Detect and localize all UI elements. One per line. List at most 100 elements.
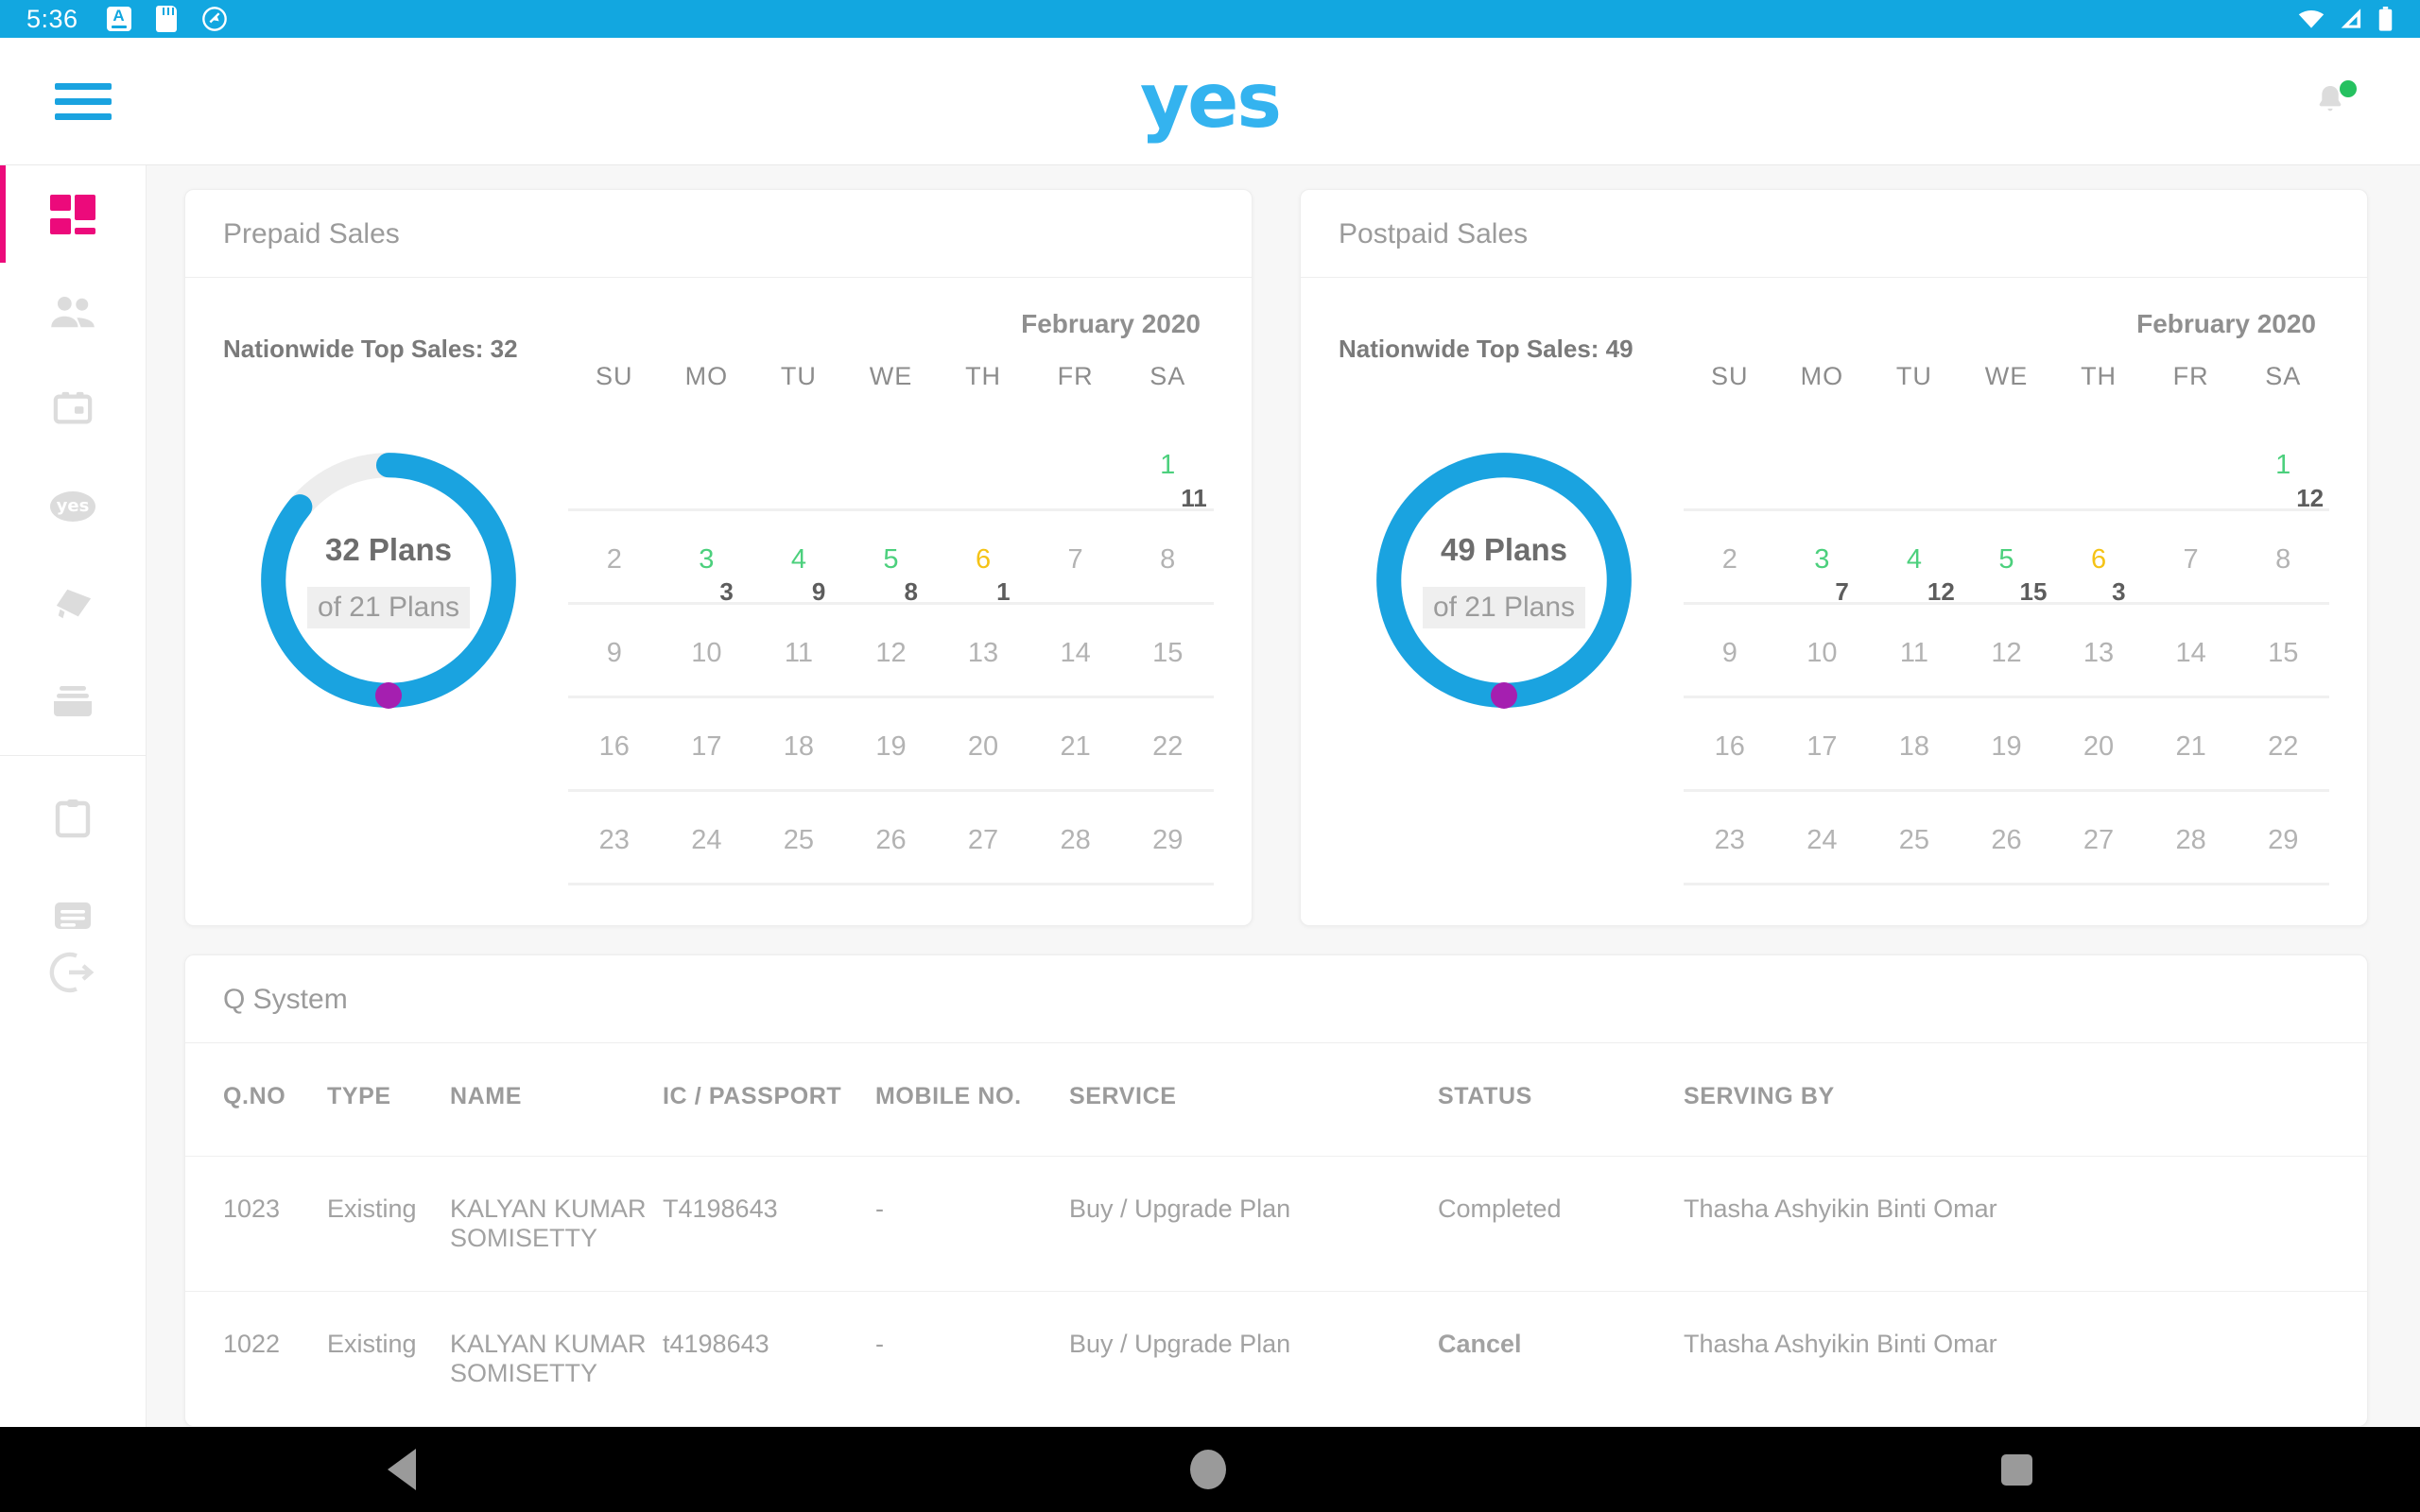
calendar-day-cell[interactable]: 12 [845, 605, 938, 696]
calendar-day-cell[interactable]: 24 [1776, 792, 1869, 883]
calendar-week-row: 9 10 11 12 13 14 15 [1684, 605, 2329, 698]
table-column-header: SERVICE [1069, 1083, 1177, 1109]
calendar-day-cell[interactable]: 25 [1868, 792, 1961, 883]
calendar-day-number: 18 [1898, 731, 1930, 762]
table-header-row: Q.NO TYPE NAME IC / PASSPORT MOBILE NO. SERVI… [185, 1043, 2367, 1157]
status-badge: Cancel [1438, 1291, 1684, 1426]
postpaid-plans-target: of 21 Plans [1422, 587, 1586, 628]
table-row[interactable]: 1023 Existing KALYAN KUMAR SOMISETTY T41986… [185, 1156, 2367, 1292]
back-triangle-icon[interactable] [387, 1449, 416, 1490]
sidebar-item-plans[interactable] [0, 360, 146, 457]
calendar-day-cell[interactable]: 13 [937, 605, 1029, 696]
calendar-day-cell[interactable]: 2 [1684, 511, 1776, 602]
calendar-day-cell[interactable]: 19 [1961, 698, 2053, 789]
calendar-day-cell[interactable]: 18 [1868, 698, 1961, 789]
calendar-day-cell[interactable]: 13 [2052, 605, 2145, 696]
calendar-day-cell[interactable]: 11 [752, 605, 845, 696]
calendar-day-cell[interactable]: 21 [1029, 698, 1122, 789]
postpaid-donut-labels: 49 Plans of 21 Plans [1367, 443, 1641, 717]
calendar-day-cell[interactable]: 20 [937, 698, 1029, 789]
calendar-day-cell[interactable]: 29 [1121, 792, 1214, 883]
calendar-day-cell[interactable]: 10 [661, 605, 753, 696]
prepaid-calendar-dow-row: SU MO TU WE TH FR SA [568, 362, 1214, 404]
calendar-day-number: 16 [598, 731, 630, 762]
table-row[interactable]: 1022 Existing KALYAN KUMAR SOMISETTY t41986… [185, 1291, 2367, 1426]
sidebar-item-customers[interactable] [0, 263, 146, 360]
customer-name: KALYAN KUMAR SOMISETTY [450, 1291, 663, 1426]
sidebar-item-inbox[interactable] [0, 652, 146, 749]
notification-button[interactable] [2312, 80, 2357, 129]
calendar-day-cell[interactable]: 28 [1029, 792, 1122, 883]
calendar-day-cell[interactable]: 23 [1684, 792, 1776, 883]
table-column-header: SERVING BY [1684, 1083, 1835, 1109]
postpaid-top-sales-label: Nationwide Top Sales: 49 [1339, 335, 1634, 363]
calendar-day-cell[interactable]: 19 [845, 698, 938, 789]
calendar-day-number: 10 [1806, 638, 1838, 668]
calendar-day-cell[interactable]: 63 [2052, 511, 2145, 606]
calendar-day-cell[interactable]: 10 [1776, 605, 1869, 696]
calendar-day-cell[interactable]: 26 [1961, 792, 2053, 883]
keyboard-icon: A [106, 7, 131, 31]
calendar-day-number: 20 [2083, 731, 2115, 762]
prepaid-summary: Nationwide Top Sales: 32 32 Plans of 21 … [185, 278, 568, 930]
notification-badge [2340, 80, 2357, 97]
calendar-day-cell[interactable]: 49 [752, 511, 845, 606]
calendar-day-cell[interactable]: 25 [752, 792, 845, 883]
sidebar-item-devices[interactable] [0, 555, 146, 652]
calendar-day-cell[interactable]: 17 [1776, 698, 1869, 789]
sidebar-item-yes-services[interactable]: yes [0, 457, 146, 555]
prepaid-card-title: Prepaid Sales [185, 190, 1252, 278]
calendar-day-cell[interactable]: 7 [1029, 511, 1122, 602]
calendar-day-number: 2 [1721, 544, 1737, 575]
calendar-day-cell[interactable]: 8 [1121, 511, 1214, 602]
calendar-day-cell[interactable]: 23 [568, 792, 661, 883]
calendar-day-number: 11 [784, 638, 813, 668]
calendar-day-cell[interactable]: 9 [568, 605, 661, 696]
recents-square-icon[interactable] [2001, 1453, 2033, 1486]
sidebar-item-reports[interactable] [0, 769, 146, 867]
calendar-day-count: 15 [2019, 577, 2048, 606]
calendar-day-cell[interactable]: 1 11 [1121, 404, 1214, 512]
ic-passport: T4198643 [663, 1156, 875, 1292]
home-circle-icon[interactable] [1190, 1450, 1227, 1489]
calendar-day-cell[interactable]: 15 [2237, 605, 2329, 696]
calendar-day-cell[interactable]: 21 [2145, 698, 2238, 789]
service-name: Buy / Upgrade Plan [1069, 1156, 1438, 1292]
calendar-day-cell[interactable]: 9 [1684, 605, 1776, 696]
table-column-header: TYPE [327, 1083, 391, 1109]
calendar-day-cell[interactable]: 22 [2237, 698, 2329, 789]
calendar-day-cell[interactable]: 8 [2237, 511, 2329, 602]
calendar-day-cell[interactable]: 5 15 [1961, 511, 2053, 606]
calendar-day-cell[interactable]: 2 [568, 511, 661, 602]
calendar-day-cell[interactable]: 7 [2145, 511, 2238, 602]
calendar-day-cell[interactable]: 16 [568, 698, 661, 789]
calendar-day-cell[interactable]: 16 [1684, 698, 1776, 789]
calendar-day-cell[interactable]: 14 [1029, 605, 1122, 696]
calendar-day-cell[interactable]: 26 [845, 792, 938, 883]
calendar-day-cell[interactable]: 12 [1961, 605, 2053, 696]
calendar-day-cell[interactable]: 15 [1121, 605, 1214, 696]
calendar-day-cell[interactable]: 11 [1868, 605, 1961, 696]
hamburger-menu-icon[interactable] [55, 75, 112, 129]
calendar-day-cell[interactable]: 18 [752, 698, 845, 789]
calendar-day-cell[interactable]: 27 [937, 792, 1029, 883]
calendar-day-cell[interactable]: 29 [2237, 792, 2329, 883]
sidebar-item-dashboard[interactable] [0, 165, 146, 263]
calendar-day-cell[interactable]: 22 [1121, 698, 1214, 789]
calendar-day-cell[interactable]: 1 12 [2237, 404, 2329, 512]
calendar-day-cell[interactable]: 28 [2145, 792, 2238, 883]
calendar-day-cell[interactable]: 37 [1776, 511, 1869, 606]
calendar-day-cell[interactable]: 20 [2052, 698, 2145, 789]
calendar-day-cell[interactable]: 61 [937, 511, 1029, 606]
calendar-day-cell[interactable]: 17 [661, 698, 753, 789]
calendar-day-cell[interactable]: 4 12 [1868, 511, 1961, 606]
calendar-day-cell[interactable]: 58 [845, 511, 938, 606]
status-bar-left-icons: A [106, 6, 228, 32]
calendar-day-number: 13 [967, 638, 999, 668]
calendar-day-cell[interactable]: 27 [2052, 792, 2145, 883]
calendar-empty-cell [2145, 404, 2238, 508]
sidebar-item-logout[interactable] [0, 948, 146, 997]
calendar-day-cell[interactable]: 14 [2145, 605, 2238, 696]
calendar-day-cell[interactable]: 33 [661, 511, 753, 606]
calendar-day-cell[interactable]: 24 [661, 792, 753, 883]
